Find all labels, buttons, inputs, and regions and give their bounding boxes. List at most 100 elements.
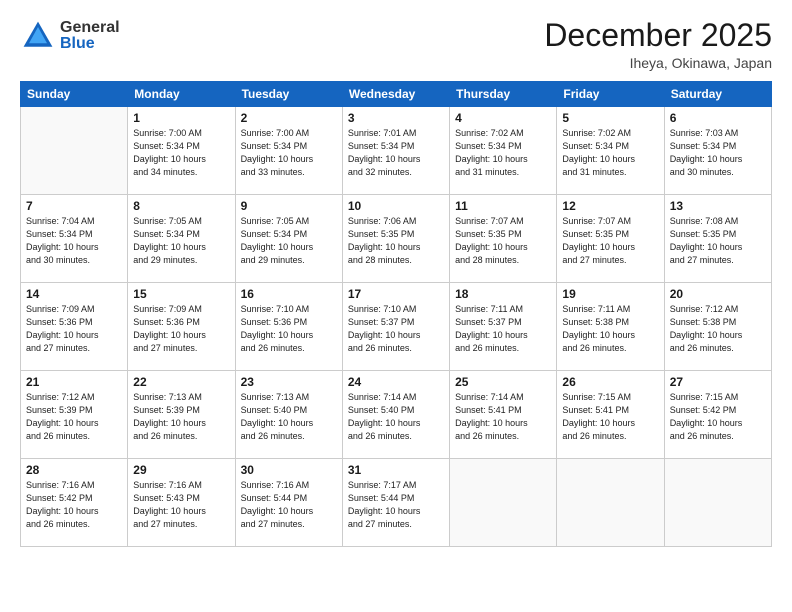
day-number: 31 <box>348 463 444 477</box>
day-info: Sunrise: 7:02 AMSunset: 5:34 PMDaylight:… <box>562 127 658 179</box>
table-row <box>21 107 128 195</box>
table-row: 28Sunrise: 7:16 AMSunset: 5:42 PMDayligh… <box>21 459 128 547</box>
title-block: December 2025 Iheya, Okinawa, Japan <box>544 18 772 71</box>
day-info: Sunrise: 7:13 AMSunset: 5:40 PMDaylight:… <box>241 391 337 443</box>
table-row: 29Sunrise: 7:16 AMSunset: 5:43 PMDayligh… <box>128 459 235 547</box>
logo-general-text: General <box>60 20 120 36</box>
logo-icon <box>20 18 56 54</box>
table-row: 24Sunrise: 7:14 AMSunset: 5:40 PMDayligh… <box>342 371 449 459</box>
day-info: Sunrise: 7:10 AMSunset: 5:37 PMDaylight:… <box>348 303 444 355</box>
table-row <box>664 459 771 547</box>
day-info: Sunrise: 7:07 AMSunset: 5:35 PMDaylight:… <box>455 215 551 267</box>
col-wednesday: Wednesday <box>342 82 449 107</box>
calendar: Sunday Monday Tuesday Wednesday Thursday… <box>20 81 772 547</box>
logo-blue-text: Blue <box>60 36 120 52</box>
day-info: Sunrise: 7:09 AMSunset: 5:36 PMDaylight:… <box>133 303 229 355</box>
table-row: 21 Sunrise: 7:12 AMSunset: 5:39 PMDayligh… <box>21 371 128 459</box>
table-row: 7 Sunrise: 7:04 AMSunset: 5:34 PMDaylight… <box>21 195 128 283</box>
page: General Blue December 2025 Iheya, Okinaw… <box>0 0 792 612</box>
table-row: 5 Sunrise: 7:02 AMSunset: 5:34 PMDaylight… <box>557 107 664 195</box>
day-info: Sunrise: 7:12 AMSunset: 5:38 PMDaylight:… <box>670 303 766 355</box>
table-row: 6 Sunrise: 7:03 AMSunset: 5:34 PMDaylight… <box>664 107 771 195</box>
day-number: 9 <box>241 199 337 213</box>
day-info: Sunrise: 7:15 AMSunset: 5:42 PMDaylight:… <box>670 391 766 443</box>
col-tuesday: Tuesday <box>235 82 342 107</box>
day-info: Sunrise: 7:00 AMSunset: 5:34 PMDaylight:… <box>241 127 337 179</box>
day-info: Sunrise: 7:10 AMSunset: 5:36 PMDaylight:… <box>241 303 337 355</box>
day-info: Sunrise: 7:17 AMSunset: 5:44 PMDaylight:… <box>348 479 444 531</box>
day-number: 3 <box>348 111 444 125</box>
day-number: 5 <box>562 111 658 125</box>
table-row: 11 Sunrise: 7:07 AMSunset: 5:35 PMDayligh… <box>450 195 557 283</box>
day-number: 17 <box>348 287 444 301</box>
day-number: 24 <box>348 375 444 389</box>
day-number: 6 <box>670 111 766 125</box>
day-info: Sunrise: 7:13 AMSunset: 5:39 PMDaylight:… <box>133 391 229 443</box>
table-row: 30Sunrise: 7:16 AMSunset: 5:44 PMDayligh… <box>235 459 342 547</box>
table-row: 23 Sunrise: 7:13 AMSunset: 5:40 PMDayligh… <box>235 371 342 459</box>
table-row: 19 Sunrise: 7:11 AMSunset: 5:38 PMDayligh… <box>557 283 664 371</box>
day-info: Sunrise: 7:12 AMSunset: 5:39 PMDaylight:… <box>26 391 122 443</box>
day-number: 23 <box>241 375 337 389</box>
day-number: 20 <box>670 287 766 301</box>
calendar-header-row: Sunday Monday Tuesday Wednesday Thursday… <box>21 82 772 107</box>
day-info: Sunrise: 7:03 AMSunset: 5:34 PMDaylight:… <box>670 127 766 179</box>
day-number: 11 <box>455 199 551 213</box>
day-number: 14 <box>26 287 122 301</box>
day-number: 26 <box>562 375 658 389</box>
table-row: 12 Sunrise: 7:07 AMSunset: 5:35 PMDayligh… <box>557 195 664 283</box>
table-row: 16Sunrise: 7:10 AMSunset: 5:36 PMDayligh… <box>235 283 342 371</box>
day-info: Sunrise: 7:07 AMSunset: 5:35 PMDaylight:… <box>562 215 658 267</box>
table-row: 31 Sunrise: 7:17 AMSunset: 5:44 PMDayligh… <box>342 459 449 547</box>
table-row: 18 Sunrise: 7:11 AMSunset: 5:37 PMDayligh… <box>450 283 557 371</box>
table-row: 22 Sunrise: 7:13 AMSunset: 5:39 PMDayligh… <box>128 371 235 459</box>
table-row: 4Sunrise: 7:02 AMSunset: 5:34 PMDaylight… <box>450 107 557 195</box>
table-row: 14 Sunrise: 7:09 AMSunset: 5:36 PMDayligh… <box>21 283 128 371</box>
day-number: 21 <box>26 375 122 389</box>
table-row: 2Sunrise: 7:00 AMSunset: 5:34 PMDaylight… <box>235 107 342 195</box>
calendar-week-row: 14 Sunrise: 7:09 AMSunset: 5:36 PMDayligh… <box>21 283 772 371</box>
table-row: 13 Sunrise: 7:08 AMSunset: 5:35 PMDayligh… <box>664 195 771 283</box>
day-info: Sunrise: 7:05 AMSunset: 5:34 PMDaylight:… <box>133 215 229 267</box>
day-info: Sunrise: 7:08 AMSunset: 5:35 PMDaylight:… <box>670 215 766 267</box>
col-monday: Monday <box>128 82 235 107</box>
day-number: 1 <box>133 111 229 125</box>
table-row: 10 Sunrise: 7:06 AMSunset: 5:35 PMDayligh… <box>342 195 449 283</box>
day-number: 8 <box>133 199 229 213</box>
day-number: 18 <box>455 287 551 301</box>
day-info: Sunrise: 7:04 AMSunset: 5:34 PMDaylight:… <box>26 215 122 267</box>
day-info: Sunrise: 7:16 AMSunset: 5:43 PMDaylight:… <box>133 479 229 531</box>
table-row: 8 Sunrise: 7:05 AMSunset: 5:34 PMDaylight… <box>128 195 235 283</box>
day-info: Sunrise: 7:11 AMSunset: 5:37 PMDaylight:… <box>455 303 551 355</box>
table-row: 17 Sunrise: 7:10 AMSunset: 5:37 PMDayligh… <box>342 283 449 371</box>
table-row: 15Sunrise: 7:09 AMSunset: 5:36 PMDayligh… <box>128 283 235 371</box>
month-title: December 2025 <box>544 18 772 53</box>
day-info: Sunrise: 7:01 AMSunset: 5:34 PMDaylight:… <box>348 127 444 179</box>
day-number: 19 <box>562 287 658 301</box>
day-info: Sunrise: 7:06 AMSunset: 5:35 PMDaylight:… <box>348 215 444 267</box>
table-row <box>450 459 557 547</box>
day-number: 22 <box>133 375 229 389</box>
col-sunday: Sunday <box>21 82 128 107</box>
table-row: 20 Sunrise: 7:12 AMSunset: 5:38 PMDayligh… <box>664 283 771 371</box>
day-number: 12 <box>562 199 658 213</box>
col-friday: Friday <box>557 82 664 107</box>
day-number: 25 <box>455 375 551 389</box>
table-row: 26Sunrise: 7:15 AMSunset: 5:41 PMDayligh… <box>557 371 664 459</box>
day-info: Sunrise: 7:05 AMSunset: 5:34 PMDaylight:… <box>241 215 337 267</box>
calendar-week-row: 28Sunrise: 7:16 AMSunset: 5:42 PMDayligh… <box>21 459 772 547</box>
day-info: Sunrise: 7:09 AMSunset: 5:36 PMDaylight:… <box>26 303 122 355</box>
table-row: 9 Sunrise: 7:05 AMSunset: 5:34 PMDaylight… <box>235 195 342 283</box>
table-row <box>557 459 664 547</box>
day-number: 27 <box>670 375 766 389</box>
day-number: 10 <box>348 199 444 213</box>
location: Iheya, Okinawa, Japan <box>544 55 772 71</box>
day-number: 13 <box>670 199 766 213</box>
table-row: 3 Sunrise: 7:01 AMSunset: 5:34 PMDaylight… <box>342 107 449 195</box>
day-number: 7 <box>26 199 122 213</box>
calendar-week-row: 1 Sunrise: 7:00 AMSunset: 5:34 PMDaylight… <box>21 107 772 195</box>
col-thursday: Thursday <box>450 82 557 107</box>
day-info: Sunrise: 7:11 AMSunset: 5:38 PMDaylight:… <box>562 303 658 355</box>
calendar-week-row: 7 Sunrise: 7:04 AMSunset: 5:34 PMDaylight… <box>21 195 772 283</box>
day-number: 4 <box>455 111 551 125</box>
